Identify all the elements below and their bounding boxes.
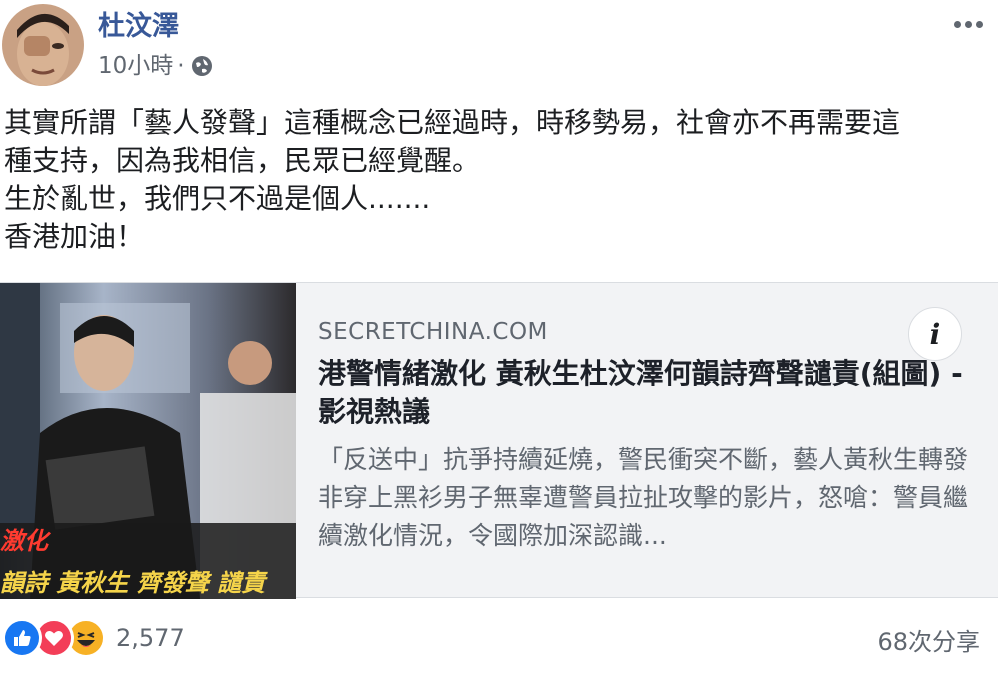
like-icon (2, 618, 42, 658)
link-headline[interactable]: 港警情緒激化 黃秋生杜汶澤何韻詩齊聲譴責(組圖) - 影視熱議 (318, 355, 978, 431)
link-thumbnail[interactable]: 激化 韻詩 黃秋生 齊發聲 譴責 (0, 283, 296, 599)
globe-icon[interactable] (191, 55, 213, 77)
link-description: 「反送中」抗爭持續延燒，警民衝突不斷，藝人黃秋生轉發非穿上黑衫男子無辜遭警員拉扯… (318, 445, 969, 550)
timestamp[interactable]: 10小時 (98, 52, 173, 80)
post-text-line: 種支持，因為我相信，民眾已經覺醒。 (4, 144, 481, 177)
post-footer: 2,577 68次分享 (0, 612, 998, 668)
post-header: 杜汶澤 10小時 · (0, 0, 998, 96)
reactions-summary[interactable]: 2,577 (2, 618, 185, 658)
link-domain: SECRETCHINA.COM (318, 319, 548, 345)
thumbnail-caption: 韻詩 黃秋生 齊發聲 譴責 (0, 569, 266, 597)
post-text-line: 生於亂世，我們只不過是個人....... (4, 182, 431, 215)
thumbnail-caption-top: 激化 (0, 527, 48, 555)
link-preview-card[interactable]: 激化 韻詩 黃秋生 齊發聲 譴責 i SECRETCHINA.COM 港警情緒激… (0, 282, 998, 599)
more-options-icon[interactable] (948, 10, 988, 38)
post-text: 其實所謂「藝人發聲」這種概念已經過時，時移勢易，社會亦不再需要這 種支持，因為我… (4, 104, 994, 256)
post-text-line: 香港加油！ (4, 220, 145, 253)
avatar[interactable] (2, 4, 84, 86)
meta-separator: · (177, 53, 185, 79)
reaction-count[interactable]: 2,577 (116, 624, 185, 652)
link-card-body[interactable]: i SECRETCHINA.COM 港警情緒激化 黃秋生杜汶澤何韻詩齊聲譴責(組… (318, 307, 978, 555)
info-icon[interactable]: i (908, 307, 962, 361)
post-meta: 10小時 · (98, 52, 213, 80)
author-name[interactable]: 杜汶澤 (98, 10, 179, 44)
share-count[interactable]: 68次分享 (877, 622, 980, 657)
post-text-line: 其實所謂「藝人發聲」這種概念已經過時，時移勢易，社會亦不再需要這 (4, 106, 901, 139)
